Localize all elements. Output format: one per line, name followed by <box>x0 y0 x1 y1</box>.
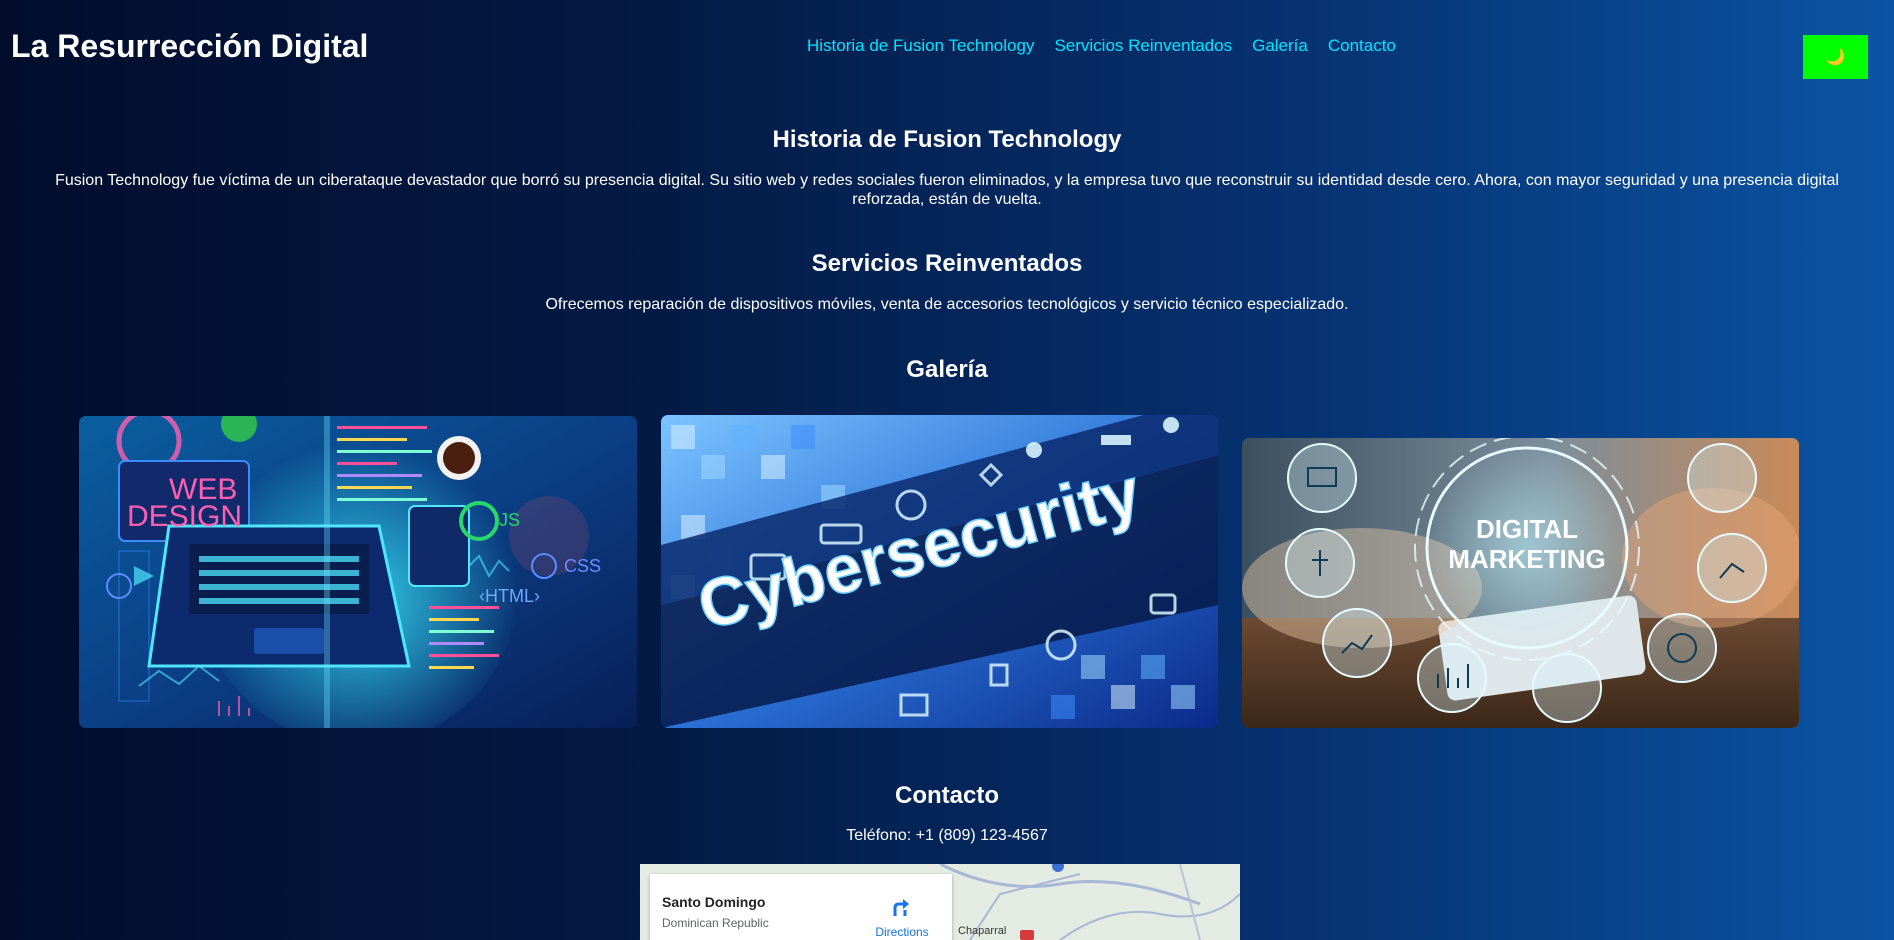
css-tag: CSS <box>564 556 601 576</box>
js-tag: JS <box>499 510 520 530</box>
location-map[interactable]: Santo Domingo Dominican Republic Directi… <box>640 864 1240 940</box>
digital-marketing-caption-1: DIGITAL <box>1476 514 1578 544</box>
map-country-name: Dominican Republic <box>662 916 769 930</box>
nav-link-galeria[interactable]: Galería <box>1252 36 1308 56</box>
nav-link-servicios[interactable]: Servicios Reinventados <box>1054 36 1232 56</box>
historia-text: Fusion Technology fue víctima de un cibe… <box>55 172 1839 208</box>
image-gallery: WEB DESIGN JS CSS ‹HTML› Cybersecurity D… <box>79 415 1799 729</box>
historia-section: Historia de Fusion Technology Fusion Tec… <box>0 126 1894 209</box>
contact-phone: Teléfono: +1 (809) 123-4567 <box>846 827 1048 844</box>
contacto-section: Contacto Teléfono: +1 (809) 123-4567 <box>0 782 1894 845</box>
contacto-heading: Contacto <box>895 782 999 809</box>
gallery-image-web-design: WEB DESIGN JS CSS ‹HTML› <box>79 416 637 728</box>
html-tag: ‹HTML› <box>479 586 540 606</box>
historia-heading: Historia de Fusion Technology <box>772 126 1122 153</box>
servicios-section: Servicios Reinventados Ofrecemos reparac… <box>0 250 1894 314</box>
site-header: La Resurrección Digital Historia de Fusi… <box>0 0 1894 92</box>
map-place-card: Santo Domingo Dominican Republic Directi… <box>650 874 952 940</box>
directions-icon <box>893 899 909 916</box>
nav-link-contacto[interactable]: Contacto <box>1328 36 1396 56</box>
galeria-section: Galería WEB DESIGN JS CSS ‹HTML› Cyberse… <box>0 356 1894 728</box>
map-directions-button[interactable]: Directions <box>872 896 932 939</box>
web-design-caption-2: DESIGN <box>127 500 242 533</box>
servicios-heading: Servicios Reinventados <box>811 250 1083 277</box>
servicios-text: Ofrecemos reparación de dispositivos móv… <box>545 296 1349 313</box>
directions-label: Directions <box>875 925 929 939</box>
main-nav: Historia de Fusion Technology Servicios … <box>807 36 1396 56</box>
map-area-label: Chaparral <box>958 925 1007 937</box>
gallery-image-cybersecurity: Cybersecurity <box>661 415 1218 728</box>
gallery-image-digital-marketing: DIGITAL MARKETING <box>1242 438 1799 728</box>
nav-link-historia[interactable]: Historia de Fusion Technology <box>807 36 1034 56</box>
digital-marketing-caption-2: MARKETING <box>1448 544 1605 574</box>
galeria-heading: Galería <box>906 356 988 383</box>
theme-toggle-button[interactable]: 🌙 <box>1803 35 1868 79</box>
map-place-name: Santo Domingo <box>662 894 766 910</box>
moon-icon: 🌙 <box>1825 49 1846 66</box>
site-title: La Resurrección Digital <box>11 28 369 64</box>
